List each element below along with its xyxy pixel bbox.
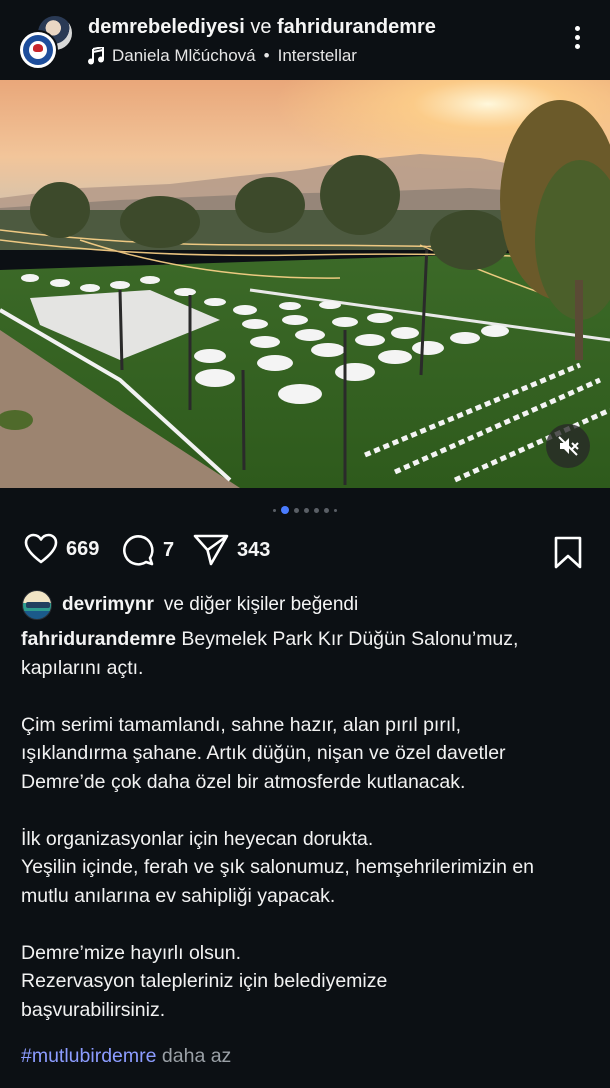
carousel-dot <box>304 507 309 513</box>
carousel-dot <box>324 507 329 513</box>
like-button[interactable]: 669 <box>24 533 99 565</box>
caption-username[interactable]: fahridurandemre <box>21 628 176 650</box>
audio-track: Interstellar <box>277 46 357 65</box>
caption-paragraph-2: İlk organizasyonlar için heyecan dorukta… <box>21 827 535 907</box>
audio-artist: Daniela Mlčúchová <box>112 46 256 65</box>
liked-by-text: ve diğer kişiler beğendi <box>163 594 359 615</box>
mute-button[interactable] <box>546 424 590 468</box>
send-icon <box>193 534 229 566</box>
venue-photo <box>0 80 610 488</box>
liker-username[interactable]: devrimynr <box>62 594 154 616</box>
audio-separator: • <box>263 46 270 65</box>
bookmark-icon[interactable] <box>553 536 583 570</box>
liker-avatar[interactable] <box>22 590 52 620</box>
post-image[interactable] <box>0 80 610 488</box>
carousel-dot <box>314 507 319 513</box>
caption-paragraph-3: Demre’mize hayırlı olsun. Rezervasyon ta… <box>21 941 388 1021</box>
share-count[interactable]: 343 <box>237 539 270 562</box>
share-button[interactable]: 343 <box>193 533 270 567</box>
liked-by[interactable]: devrimynr ve diğer kişiler beğendi <box>22 590 358 620</box>
comment-button[interactable]: 7 <box>121 533 174 567</box>
author-connector: ve <box>250 16 272 38</box>
caption-footer: #mutlubirdemre daha az <box>21 1045 231 1068</box>
music-note-icon <box>88 47 104 65</box>
show-less-link[interactable]: daha az <box>162 1045 231 1067</box>
audio-info[interactable]: Daniela Mlčúchová • Interstellar <box>88 46 357 66</box>
carousel-dot-active <box>281 506 289 514</box>
comment-bubble-icon <box>123 535 154 566</box>
speaker-muted-icon <box>558 436 579 456</box>
carousel-dot <box>294 507 299 513</box>
like-count[interactable]: 669 <box>66 538 99 561</box>
collab-avatars[interactable] <box>16 12 76 72</box>
action-bar: 669 7 343 <box>0 533 610 573</box>
carousel-indicator <box>0 505 610 515</box>
heart-icon <box>24 533 58 564</box>
seal-emblem <box>33 44 43 52</box>
avatar-demrebelediyesi[interactable] <box>18 30 58 70</box>
hashtag-link[interactable]: #mutlubirdemre <box>21 1045 156 1067</box>
more-options-icon[interactable] <box>564 26 590 56</box>
post-header: demrebelediyesi ve fahridurandemre Danie… <box>0 0 610 80</box>
comment-count[interactable]: 7 <box>163 539 174 562</box>
carousel-dot <box>334 508 337 512</box>
post-caption: fahridurandemre Beymelek Park Kır Düğün … <box>21 625 596 1024</box>
carousel-dot <box>273 508 276 512</box>
author-link-2[interactable]: fahridurandemre <box>277 16 436 38</box>
author-link-1[interactable]: demrebelediyesi <box>88 16 245 38</box>
caption-paragraph-1: Çim serimi tamamlandı, sahne hazır, alan… <box>21 713 506 793</box>
post-authors: demrebelediyesi ve fahridurandemre <box>88 16 436 39</box>
